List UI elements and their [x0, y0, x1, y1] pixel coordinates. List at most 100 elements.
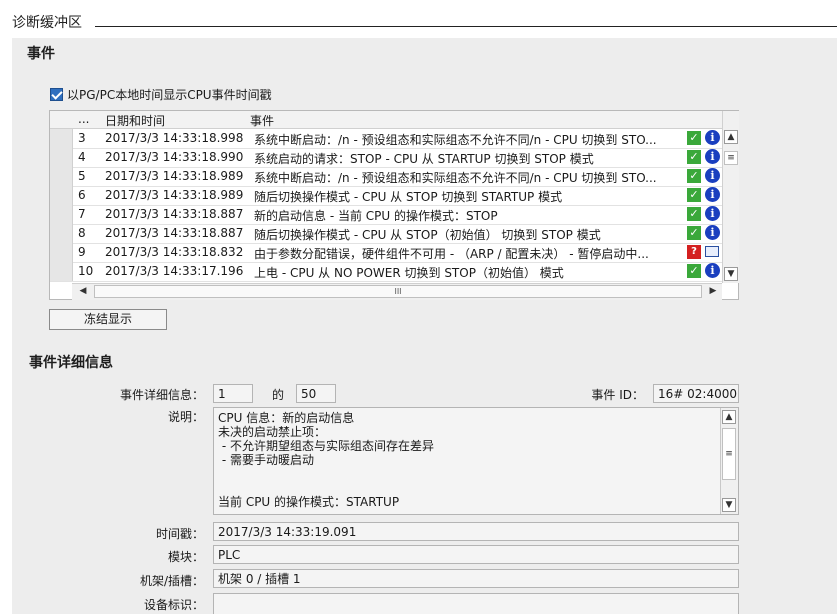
- info-icon[interactable]: i: [705, 263, 720, 278]
- module-field: PLC: [213, 545, 739, 564]
- window-title: 诊断缓冲区: [12, 15, 82, 31]
- info-icon[interactable]: i: [705, 225, 720, 240]
- info-icon[interactable]: i: [705, 168, 720, 183]
- check-icon: ✓: [687, 264, 701, 278]
- freeze-display-button[interactable]: 冻结显示: [49, 309, 167, 330]
- event-id-label: 事件 ID：: [591, 388, 644, 402]
- col-header-index[interactable]: ...: [78, 112, 89, 126]
- local-time-checkbox-label: 以PG/PC本地时间显示CPU事件时间戳: [67, 88, 272, 102]
- detail-total-field: 50: [296, 384, 336, 403]
- row-selector[interactable]: [50, 205, 73, 224]
- desc-scroll-thumb[interactable]: ≡: [722, 428, 736, 480]
- events-section-title: 事件: [27, 46, 55, 62]
- row-event: 系统启动的请求：STOP - CPU 从 STARTUP 切换到 STOP 模式: [254, 152, 594, 166]
- row-datetime: 2017/3/3 14:33:18.990: [105, 150, 244, 164]
- events-table: ... 日期和时间 事件 3 2017/3/3 14:33:18.998 系统中断启…: [49, 110, 739, 300]
- row-selector[interactable]: [50, 148, 73, 167]
- row-index: 3: [78, 131, 86, 145]
- row-datetime: 2017/3/3 14:33:17.196: [105, 264, 244, 278]
- row-datetime: 2017/3/3 14:33:18.989: [105, 188, 244, 202]
- scroll-down-button[interactable]: ▼: [724, 267, 738, 281]
- table-row[interactable]: 5 2017/3/3 14:33:18.989 系统中断启动：/n - 预设组态和实…: [50, 167, 722, 187]
- check-icon: ✓: [687, 207, 701, 221]
- desc-scroll-down[interactable]: ▼: [722, 498, 736, 512]
- row-datetime: 2017/3/3 14:33:18.832: [105, 245, 244, 259]
- info-icon[interactable]: i: [705, 187, 720, 202]
- row-index: 8: [78, 226, 86, 240]
- row-selector[interactable]: [50, 224, 73, 243]
- table-vertical-scrollbar[interactable]: ▲ ≡ ▼: [722, 111, 739, 283]
- row-index: 9: [78, 245, 86, 259]
- error-icon: ?: [687, 245, 701, 259]
- detail-index-label: 事件详细信息：: [119, 388, 204, 402]
- table-horizontal-scrollbar[interactable]: ◀ III ▶: [72, 283, 722, 300]
- device-id-label: 设备标识：: [143, 598, 204, 612]
- row-event: 上电 - CPU 从 NO POWER 切换到 STOP（初始值） 模式: [254, 266, 564, 280]
- row-selector[interactable]: [50, 129, 73, 148]
- row-datetime: 2017/3/3 14:33:18.887: [105, 207, 244, 221]
- table-row[interactable]: 4 2017/3/3 14:33:18.990 系统启动的请求：STOP - CPU…: [50, 148, 722, 168]
- timestamp-label: 时间戳：: [155, 527, 204, 541]
- row-event: 系统中断启动：/n - 预设组态和实际组态不允许不同/n - CPU 切换到 S…: [254, 133, 657, 147]
- row-event: 新的启动信息 - 当前 CPU 的操作模式：STOP: [254, 209, 498, 223]
- row-selector[interactable]: [50, 243, 73, 262]
- check-icon: ✓: [687, 150, 701, 164]
- module-label: 模块：: [167, 550, 204, 564]
- table-header: ... 日期和时间 事件: [50, 111, 722, 129]
- local-time-checkbox[interactable]: [50, 88, 63, 101]
- description-line: - 需要手动暖启动: [218, 453, 314, 467]
- rack-slot-field: 机架 0 / 插槽 1: [213, 569, 739, 588]
- info-icon[interactable]: i: [705, 130, 720, 145]
- local-time-checkbox-row[interactable]: 以PG/PC本地时间显示CPU事件时间戳: [50, 86, 272, 103]
- row-event: 由于参数分配错误，硬件组件不可用 - （ARP / 配置未决） - 暂停启动中.…: [254, 247, 649, 261]
- scroll-up-button[interactable]: ▲: [724, 130, 738, 144]
- mail-icon: [705, 246, 719, 257]
- check-icon: ✓: [687, 131, 701, 145]
- row-selector[interactable]: [50, 262, 73, 281]
- row-event: 系统中断启动：/n - 预设组态和实际组态不允许不同/n - CPU 切换到 S…: [254, 171, 657, 185]
- check-icon: ✓: [687, 169, 701, 183]
- event-id-field: 16# 02:4000: [653, 384, 739, 403]
- scroll-right-button[interactable]: ▶: [706, 285, 720, 299]
- col-header-datetime[interactable]: 日期和时间: [105, 112, 165, 129]
- title-bar: [0, 0, 837, 36]
- table-row[interactable]: 7 2017/3/3 14:33:18.887 新的启动信息 - 当前 CPU 的操…: [50, 205, 722, 225]
- row-selector[interactable]: [50, 186, 73, 205]
- row-index: 7: [78, 207, 86, 221]
- info-icon[interactable]: i: [705, 206, 720, 221]
- description-label: 说明：: [167, 410, 204, 424]
- of-label: 的: [272, 388, 285, 402]
- timestamp-field: 2017/3/3 14:33:19.091: [213, 522, 739, 541]
- row-datetime: 2017/3/3 14:33:18.989: [105, 169, 244, 183]
- row-index: 6: [78, 188, 86, 202]
- description-line: 当前 CPU 的操作模式：STARTUP: [218, 495, 400, 509]
- hscroll-thumb[interactable]: III: [94, 285, 702, 298]
- check-icon: ✓: [687, 226, 701, 240]
- row-index: 5: [78, 169, 86, 183]
- table-row[interactable]: 6 2017/3/3 14:33:18.989 随后切换操作模式 - CPU 从 S…: [50, 186, 722, 206]
- table-row[interactable]: 9 2017/3/3 14:33:18.832 由于参数分配错误，硬件组件不可用 -…: [50, 243, 722, 263]
- scroll-left-button[interactable]: ◀: [76, 285, 90, 299]
- rack-slot-label: 机架/插槽：: [139, 574, 204, 588]
- info-icon[interactable]: i: [705, 149, 720, 164]
- title-divider: [95, 26, 837, 27]
- row-index: 10: [78, 264, 94, 278]
- row-selector[interactable]: [50, 167, 73, 186]
- detail-index-field[interactable]: 1: [213, 384, 253, 403]
- description-scrollbar[interactable]: ▲ ≡ ▼: [720, 408, 738, 514]
- table-row[interactable]: 3 2017/3/3 14:33:18.998 系统中断启动：/n - 预设组态和实…: [50, 129, 722, 149]
- row-datetime: 2017/3/3 14:33:18.887: [105, 226, 244, 240]
- device-id-field: [213, 593, 739, 614]
- row-datetime: 2017/3/3 14:33:18.998: [105, 131, 244, 145]
- table-row[interactable]: 10 2017/3/3 14:33:17.196 上电 - CPU 从 NO POW…: [50, 262, 722, 282]
- row-index: 4: [78, 150, 86, 164]
- desc-scroll-up[interactable]: ▲: [722, 410, 736, 424]
- check-icon: ✓: [687, 188, 701, 202]
- row-event: 随后切换操作模式 - CPU 从 STOP 切换到 STARTUP 模式: [254, 190, 563, 204]
- scroll-thumb[interactable]: ≡: [724, 151, 738, 165]
- description-box[interactable]: CPU 信息：新的启动信息 未决的启动禁止项： - 不允许期望组态与实际组态间存在…: [213, 407, 739, 515]
- col-header-event[interactable]: 事件: [250, 112, 274, 129]
- details-section-title: 事件详细信息: [29, 355, 113, 371]
- row-event: 随后切换操作模式 - CPU 从 STOP（初始值） 切换到 STOP 模式: [254, 228, 601, 242]
- table-row[interactable]: 8 2017/3/3 14:33:18.887 随后切换操作模式 - CPU 从 S…: [50, 224, 722, 244]
